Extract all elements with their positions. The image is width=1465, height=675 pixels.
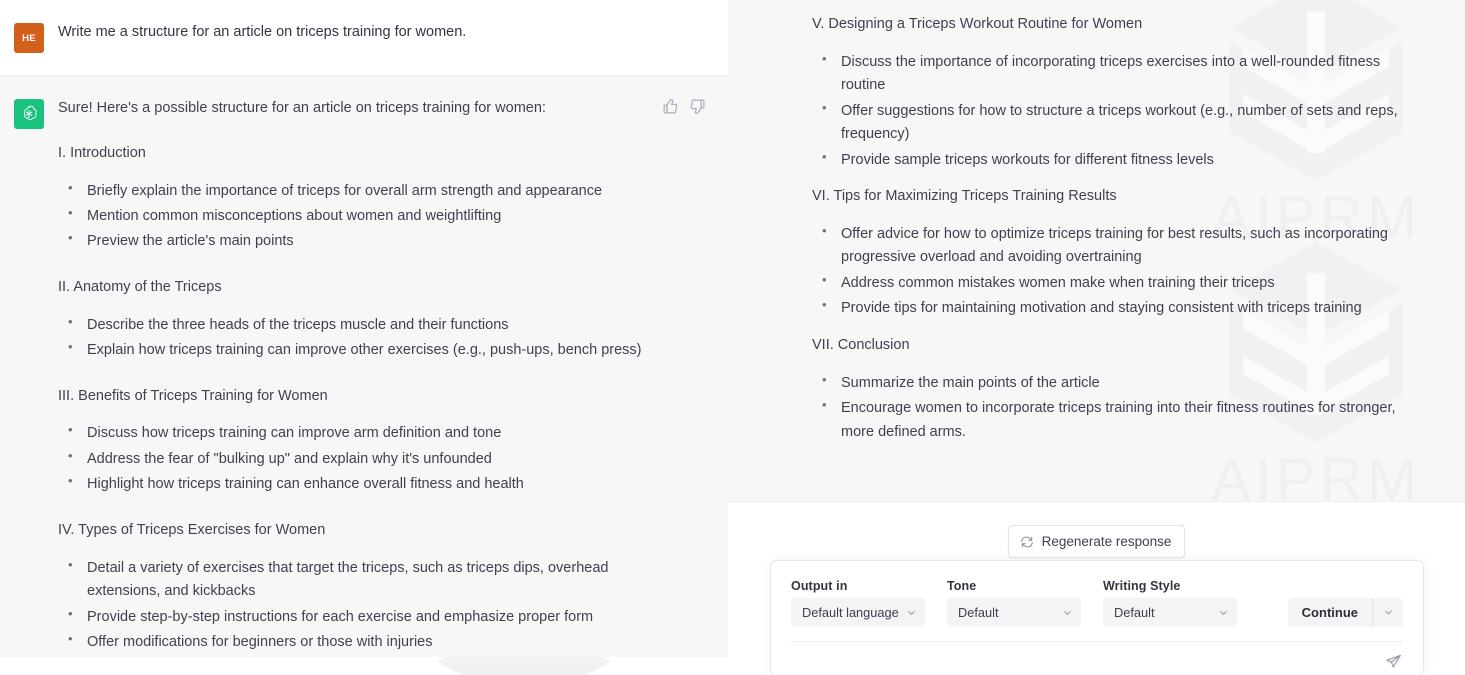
thumbs-up-icon[interactable] bbox=[662, 98, 679, 115]
chevron-down-icon bbox=[1384, 610, 1392, 615]
list-item: Detail a variety of exercises that targe… bbox=[58, 554, 658, 604]
outline-heading: III. Benefits of Triceps Training for Wo… bbox=[58, 387, 328, 404]
send-paper-plane-icon[interactable] bbox=[1385, 653, 1405, 673]
outline-section: I. Introduction Briefly explain the impo… bbox=[58, 143, 658, 254]
outline-section: V. Designing a Triceps Workout Routine f… bbox=[812, 14, 1411, 172]
writing-style-label: Writing Style bbox=[1103, 579, 1181, 593]
list-item: Summarize the main points of the article bbox=[812, 369, 1411, 395]
avatar-cell: HE bbox=[0, 22, 58, 53]
output-language-value: Default language bbox=[802, 605, 899, 620]
outline-bullet-list: Summarize the main points of the article… bbox=[812, 369, 1411, 444]
avatar: HE bbox=[14, 23, 44, 53]
avatar-cell bbox=[0, 98, 58, 657]
list-item: Provide step-by-step instructions for ea… bbox=[58, 603, 658, 629]
tone-value: Default bbox=[958, 605, 999, 620]
list-item: Preview the article's main points bbox=[58, 227, 658, 253]
outline-bullet-list: Detail a variety of exercises that targe… bbox=[58, 554, 658, 655]
list-item: Discuss the importance of incorporating … bbox=[812, 48, 1411, 98]
assistant-message-body: Sure! Here's a possible structure for an… bbox=[58, 98, 728, 657]
tone-select[interactable]: Default bbox=[947, 598, 1081, 627]
list-item: Provide sample triceps workouts for diff… bbox=[812, 146, 1411, 172]
list-item: Describe the three heads of the triceps … bbox=[58, 311, 658, 337]
prompt-controls-row: Output in Default language Tone Default bbox=[771, 561, 1423, 627]
list-item: Encourage women to incorporate triceps t… bbox=[812, 394, 1411, 444]
chat-input-row bbox=[771, 642, 1423, 675]
output-language-select[interactable]: Default language bbox=[791, 598, 925, 627]
thumbs-down-icon[interactable] bbox=[689, 98, 706, 115]
outline-bullet-list: Offer advice for how to optimize triceps… bbox=[812, 220, 1411, 321]
list-item: Provide tips for maintaining motivation … bbox=[812, 294, 1411, 320]
continue-split-button: Continue bbox=[1287, 598, 1403, 627]
openai-logo-icon bbox=[23, 105, 37, 121]
list-item: Highlight how triceps training can enhan… bbox=[58, 470, 658, 496]
outline-section: IV. Types of Triceps Exercises for Women… bbox=[58, 520, 658, 655]
outline-bullet-list: Discuss how triceps training can improve… bbox=[58, 419, 658, 496]
outline-bullet-list: Briefly explain the importance of tricep… bbox=[58, 176, 658, 254]
writing-style-select[interactable]: Default bbox=[1103, 598, 1237, 627]
assistant-intro-text: Sure! Here's a possible structure for an… bbox=[58, 100, 546, 116]
output-language-control: Output in Default language bbox=[791, 579, 925, 627]
user-message: HE Write me a structure for an article o… bbox=[0, 0, 728, 76]
refresh-icon bbox=[1020, 536, 1033, 547]
outline-section: III. Benefits of Triceps Training for Wo… bbox=[58, 386, 658, 497]
outline-section: VI. Tips for Maximizing Triceps Training… bbox=[812, 186, 1411, 321]
list-item: Mention common misconceptions about wome… bbox=[58, 202, 658, 228]
regenerate-response-label: Regenerate response bbox=[1041, 534, 1172, 549]
conversation-column: AIPRM AIPRM bbox=[0, 0, 728, 675]
user-message-text: Write me a structure for an article on t… bbox=[58, 24, 467, 40]
tone-label: Tone bbox=[947, 579, 977, 593]
output-language-label: Output in bbox=[791, 579, 848, 593]
outline-heading: VI. Tips for Maximizing Triceps Training… bbox=[812, 188, 1117, 205]
outline-section: VII. Conclusion Summarize the main point… bbox=[812, 335, 1411, 444]
chevron-down-icon bbox=[906, 607, 917, 618]
outline-heading: V. Designing a Triceps Workout Routine f… bbox=[812, 16, 1143, 32]
list-item: Explain how triceps training can improve… bbox=[58, 336, 658, 362]
list-item: Offer suggestions for how to structure a… bbox=[812, 97, 1411, 147]
avatar bbox=[14, 99, 44, 129]
continuation-body: V. Designing a Triceps Workout Routine f… bbox=[728, 14, 1465, 444]
tone-control: Tone Default bbox=[947, 579, 1081, 627]
composer-panel: Output in Default language Tone Default bbox=[770, 560, 1424, 675]
outline-heading: I. Introduction bbox=[58, 144, 146, 161]
message-actions bbox=[662, 98, 706, 115]
bottom-bar: Regenerate response Output in Default la… bbox=[728, 501, 1465, 675]
outline-bullet-list: Describe the three heads of the triceps … bbox=[58, 311, 658, 363]
outline-bullet-list: Discuss the importance of incorporating … bbox=[812, 48, 1411, 172]
list-item: Discuss how triceps training can improve… bbox=[58, 419, 658, 445]
continue-dropdown-toggle[interactable] bbox=[1373, 598, 1403, 627]
list-item: Briefly explain the importance of tricep… bbox=[58, 176, 658, 203]
writing-style-control: Writing Style Default bbox=[1103, 579, 1237, 627]
outline-heading: IV. Types of Triceps Exercises for Women bbox=[58, 521, 326, 538]
chat-input[interactable] bbox=[791, 655, 1385, 670]
continue-button[interactable]: Continue bbox=[1288, 598, 1372, 627]
chevron-down-icon bbox=[1062, 607, 1073, 618]
writing-style-value: Default bbox=[1114, 605, 1155, 620]
list-item: Offer advice for how to optimize triceps… bbox=[812, 220, 1411, 270]
regenerate-response-button[interactable]: Regenerate response bbox=[1007, 525, 1186, 558]
outline-heading: II. Anatomy of the Triceps bbox=[58, 278, 222, 295]
list-item: Address common mistakes women make when … bbox=[812, 269, 1411, 295]
assistant-message: Sure! Here's a possible structure for an… bbox=[0, 76, 728, 657]
regenerate-wrapper: Regenerate response bbox=[728, 525, 1465, 558]
list-item: Address the fear of "bulking up" and exp… bbox=[58, 445, 658, 471]
chatgpt-conversation-screen: AIPRM AIPRM bbox=[0, 0, 1465, 675]
chevron-down-icon bbox=[1218, 607, 1229, 618]
list-item: Offer modifications for beginners or tho… bbox=[58, 628, 658, 654]
outline-heading: VII. Conclusion bbox=[812, 336, 910, 353]
user-message-body: Write me a structure for an article on t… bbox=[58, 22, 728, 53]
outline-section: II. Anatomy of the Triceps Describe the … bbox=[58, 277, 658, 363]
